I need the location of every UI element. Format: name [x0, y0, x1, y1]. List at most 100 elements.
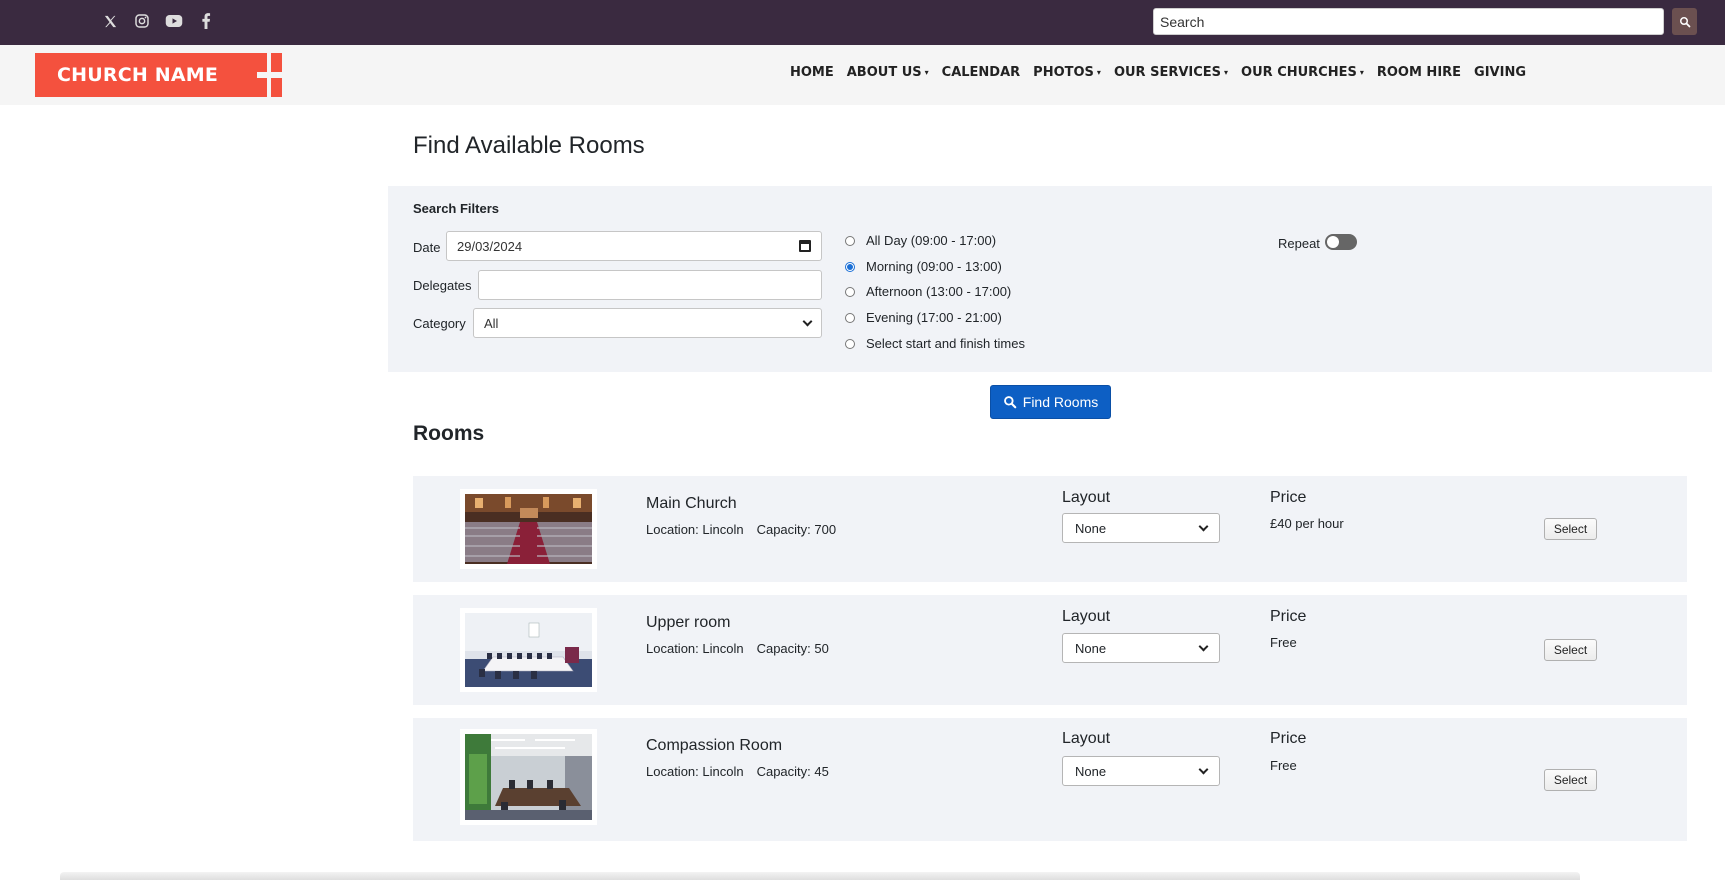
price-label: Price: [1270, 608, 1307, 625]
room-name: Main Church: [646, 495, 737, 512]
logo-cross-hgap: [257, 72, 282, 78]
page-title: Find Available Rooms: [413, 132, 645, 159]
chevron-down-icon: [1198, 764, 1209, 774]
nav-label: ROOM HIRE: [1376, 65, 1462, 80]
chevron-down-icon: [1198, 521, 1209, 531]
caret-down-icon: ▾: [1096, 68, 1101, 77]
delegates-input[interactable]: [478, 270, 822, 300]
instagram-icon[interactable]: [132, 11, 152, 31]
date-input[interactable]: 29/03/2024: [446, 231, 822, 261]
nav-label: OUR CHURCHES: [1241, 65, 1357, 80]
price-label: Price: [1270, 489, 1307, 506]
room-location: Location: Lincoln: [646, 641, 744, 656]
filters-title: Search Filters: [413, 201, 499, 216]
layout-label: Layout: [1062, 730, 1111, 747]
time-option-evening[interactable]: Evening (17:00 - 21:00): [845, 310, 1002, 325]
radio-all-day[interactable]: [845, 235, 855, 246]
layout-label: Layout: [1062, 608, 1111, 625]
nav-label: ABOUT US: [846, 65, 922, 80]
x-twitter-icon[interactable]: [100, 11, 120, 31]
nav-our-services[interactable]: OUR SERVICES ▾: [1114, 65, 1228, 80]
repeat-toggle[interactable]: [1325, 234, 1357, 250]
radio-morning[interactable]: [845, 261, 855, 272]
logo-text: CHURCH NAME: [57, 64, 219, 86]
time-option-afternoon[interactable]: Afternoon (13:00 - 17:00): [845, 284, 1011, 299]
nav-room-hire[interactable]: ROOM HIRE: [1377, 65, 1461, 80]
nav-label: HOME: [790, 65, 834, 80]
nav-photos[interactable]: PHOTOS ▾: [1033, 65, 1101, 80]
time-option-label: Morning (09:00 - 13:00): [866, 259, 1002, 274]
nav-label: CALENDAR: [941, 65, 1021, 80]
layout-select[interactable]: None: [1062, 513, 1220, 543]
room-meta: Location: Lincoln Capacity: 45: [646, 764, 829, 779]
room-capacity: Capacity: 50: [756, 641, 829, 656]
social-links: [100, 11, 216, 31]
room-photo: [465, 494, 592, 564]
site-header: CHURCH NAME HOME ABOUT US ▾ CALENDAR PHOT…: [0, 45, 1725, 105]
radio-afternoon[interactable]: [845, 286, 855, 297]
date-value: 29/03/2024: [457, 238, 523, 254]
search-input[interactable]: [1153, 8, 1664, 35]
price-value: £40 per hour: [1270, 516, 1344, 531]
search-icon: [1679, 16, 1690, 27]
room-thumbnail: [460, 489, 597, 569]
layout-value: None: [1075, 763, 1107, 779]
room-capacity: Capacity: 45: [756, 764, 829, 779]
layout-label: Layout: [1062, 489, 1111, 506]
radio-custom[interactable]: [845, 338, 855, 349]
search-button[interactable]: [1672, 8, 1697, 35]
price-value: Free: [1270, 758, 1297, 773]
time-option-label: Afternoon (13:00 - 17:00): [866, 284, 1012, 299]
category-select[interactable]: All: [473, 308, 822, 338]
select-room-button[interactable]: Select: [1544, 769, 1597, 791]
rooms-heading: Rooms: [413, 422, 485, 445]
nav-our-churches[interactable]: OUR CHURCHES ▾: [1241, 65, 1364, 80]
delegates-label: Delegates: [413, 278, 472, 293]
chevron-down-icon: [802, 316, 813, 326]
time-option-morning[interactable]: Morning (09:00 - 13:00): [845, 259, 1002, 274]
room-thumbnail: [460, 729, 597, 825]
footer-edge: [60, 872, 1580, 880]
layout-select[interactable]: None: [1062, 756, 1220, 786]
nav-home[interactable]: HOME: [790, 65, 834, 80]
room-capacity: Capacity: 700: [756, 522, 837, 537]
price-label: Price: [1270, 730, 1307, 747]
find-rooms-label: Find Rooms: [1022, 394, 1099, 410]
date-label: Date: [413, 240, 441, 255]
youtube-icon[interactable]: [164, 11, 184, 31]
time-option-custom[interactable]: Select start and finish times: [845, 336, 1025, 351]
time-option-all-day[interactable]: All Day (09:00 - 17:00): [845, 233, 996, 248]
time-option-label: Select start and finish times: [866, 336, 1025, 351]
repeat-label: Repeat: [1278, 236, 1320, 251]
room-meta: Location: Lincoln Capacity: 50: [646, 641, 829, 656]
facebook-icon[interactable]: [196, 11, 216, 31]
nav-giving[interactable]: GIVING: [1474, 65, 1526, 80]
main-nav: HOME ABOUT US ▾ CALENDAR PHOTOS ▾ OUR SERV…: [790, 65, 1526, 80]
church-logo[interactable]: CHURCH NAME: [35, 53, 282, 97]
room-location: Location: Lincoln: [646, 764, 744, 779]
room-card-upper-room: Upper room Location: Lincoln Capacity: 5…: [413, 595, 1687, 705]
room-card-main-church: Main Church Location: Lincoln Capacity: …: [413, 476, 1687, 582]
room-meta: Location: Lincoln Capacity: 700: [646, 522, 836, 537]
nav-calendar[interactable]: CALENDAR: [942, 65, 1021, 80]
layout-select[interactable]: None: [1062, 633, 1220, 663]
room-name: Upper room: [646, 614, 731, 631]
radio-evening[interactable]: [845, 312, 855, 323]
caret-down-icon: ▾: [924, 68, 929, 77]
nav-about-us[interactable]: ABOUT US ▾: [847, 65, 929, 80]
room-photo: [465, 734, 592, 820]
find-rooms-button[interactable]: Find Rooms: [990, 385, 1111, 419]
select-room-button[interactable]: Select: [1544, 639, 1597, 661]
time-option-label: All Day (09:00 - 17:00): [866, 233, 997, 248]
nav-label: PHOTOS: [1033, 65, 1094, 80]
caret-down-icon: ▾: [1359, 68, 1364, 77]
room-name: Compassion Room: [646, 737, 783, 754]
price-value: Free: [1270, 635, 1297, 650]
layout-value: None: [1075, 640, 1107, 656]
toggle-knob: [1327, 236, 1339, 248]
room-location: Location: Lincoln: [646, 522, 744, 537]
search-filters-panel: Search Filters Date 29/03/2024 Delegates…: [388, 186, 1712, 372]
nav-label: GIVING: [1474, 65, 1527, 80]
select-room-button[interactable]: Select: [1544, 518, 1597, 540]
calendar-icon[interactable]: [799, 240, 811, 252]
